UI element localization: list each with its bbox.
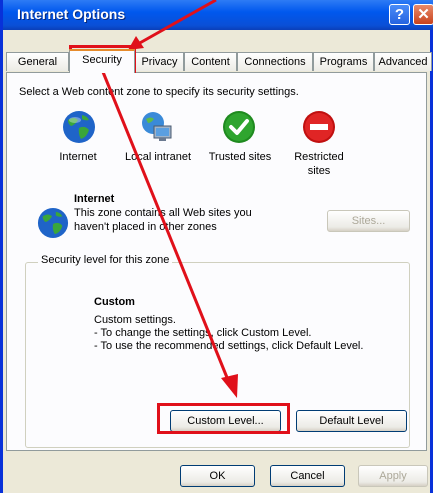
tab-label: Security [82, 54, 122, 66]
arrow-head-bottom [221, 374, 238, 398]
annotation-arrows [101, 0, 238, 398]
arrow-to-custom-level [101, 71, 230, 381]
tab-security[interactable]: Security [69, 49, 135, 73]
arrow-to-security-tab [137, 0, 217, 46]
